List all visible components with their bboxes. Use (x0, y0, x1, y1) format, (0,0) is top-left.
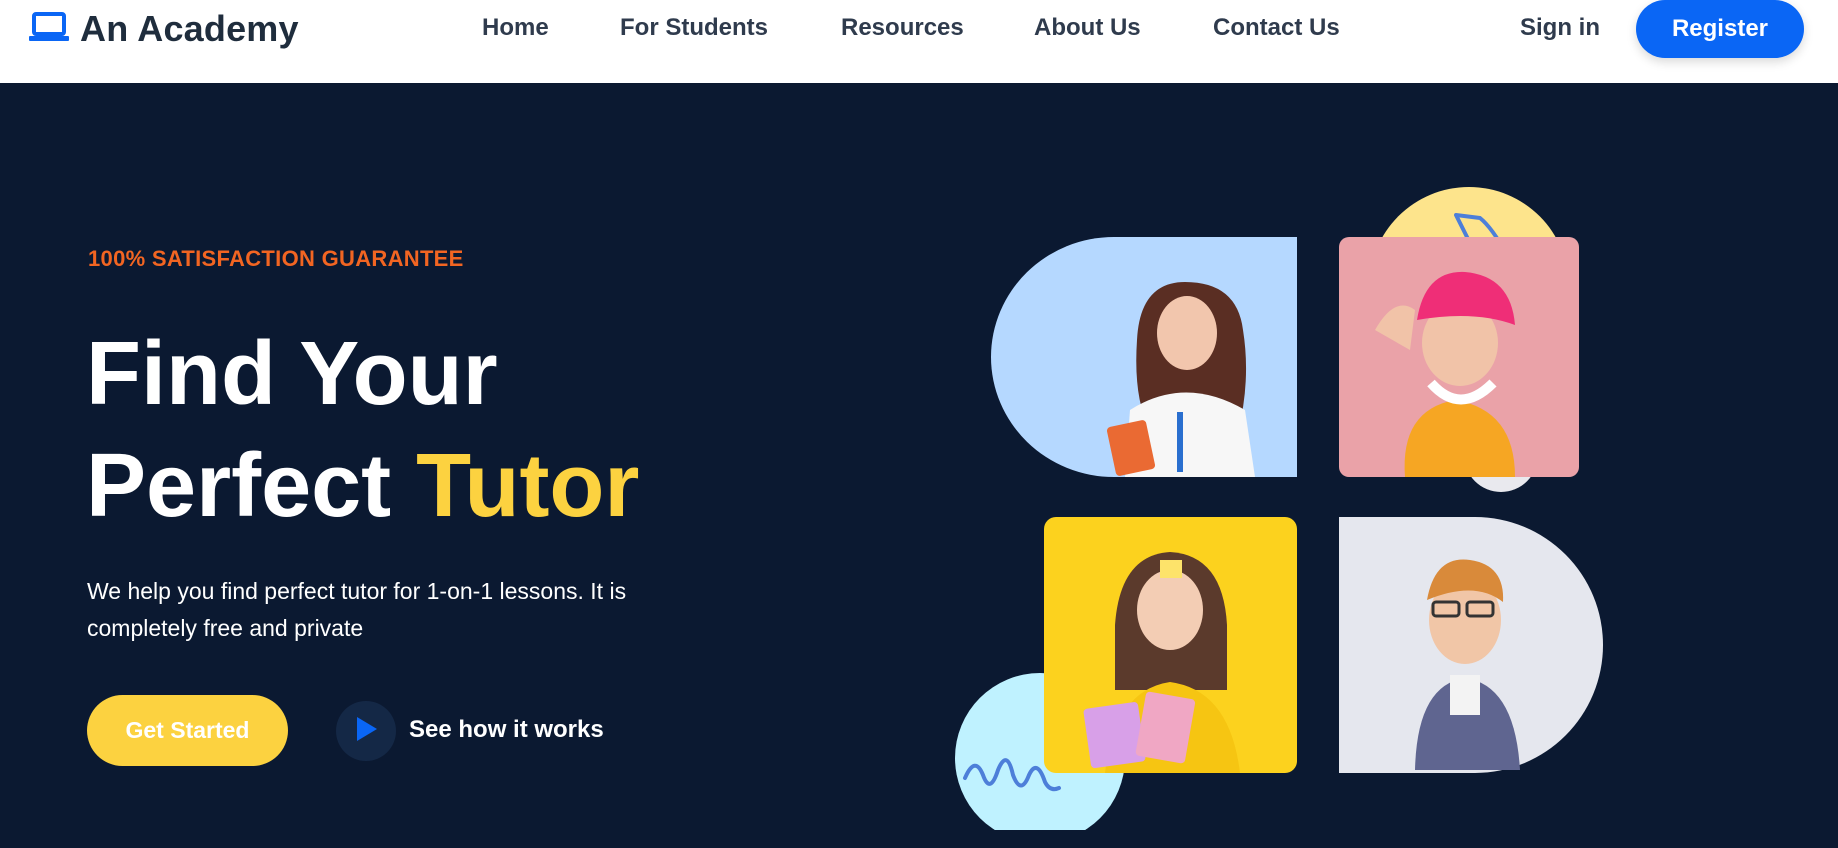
hero-title: Find Your Perfect Tutor (86, 318, 639, 542)
hero-description: We help you find perfect tutor for 1-on-… (87, 578, 627, 641)
hero-title-line2: Perfect Tutor (86, 430, 639, 542)
sign-in-link[interactable]: Sign in (1520, 14, 1600, 42)
hero-title-accent: Tutor (416, 436, 640, 536)
nav-link-for-students[interactable]: For Students (620, 14, 768, 42)
brand-name: An Academy (80, 8, 299, 49)
laptop-icon (28, 10, 70, 49)
hero-title-line1: Find Your (86, 324, 498, 424)
nav-link-about-us[interactable]: About Us (1034, 14, 1141, 42)
register-button[interactable]: Register (1636, 0, 1804, 58)
hero-title-plain: Perfect (86, 436, 392, 536)
brand-logo[interactable]: An Academy (28, 4, 299, 54)
top-navbar: An Academy Home For Students Resources A… (0, 0, 1838, 83)
play-button[interactable] (336, 701, 396, 761)
nav-link-home[interactable]: Home (482, 14, 549, 42)
nav-link-contact-us[interactable]: Contact Us (1213, 14, 1340, 42)
tutor-collage-illustration (955, 170, 1715, 843)
hero-tagline: 100% SATISFACTION GUARANTEE (88, 246, 464, 271)
get-started-button[interactable]: Get Started (87, 695, 288, 766)
play-icon (354, 716, 378, 747)
nav-link-resources[interactable]: Resources (841, 14, 964, 42)
see-how-it-works-link[interactable]: See how it works (409, 716, 604, 744)
